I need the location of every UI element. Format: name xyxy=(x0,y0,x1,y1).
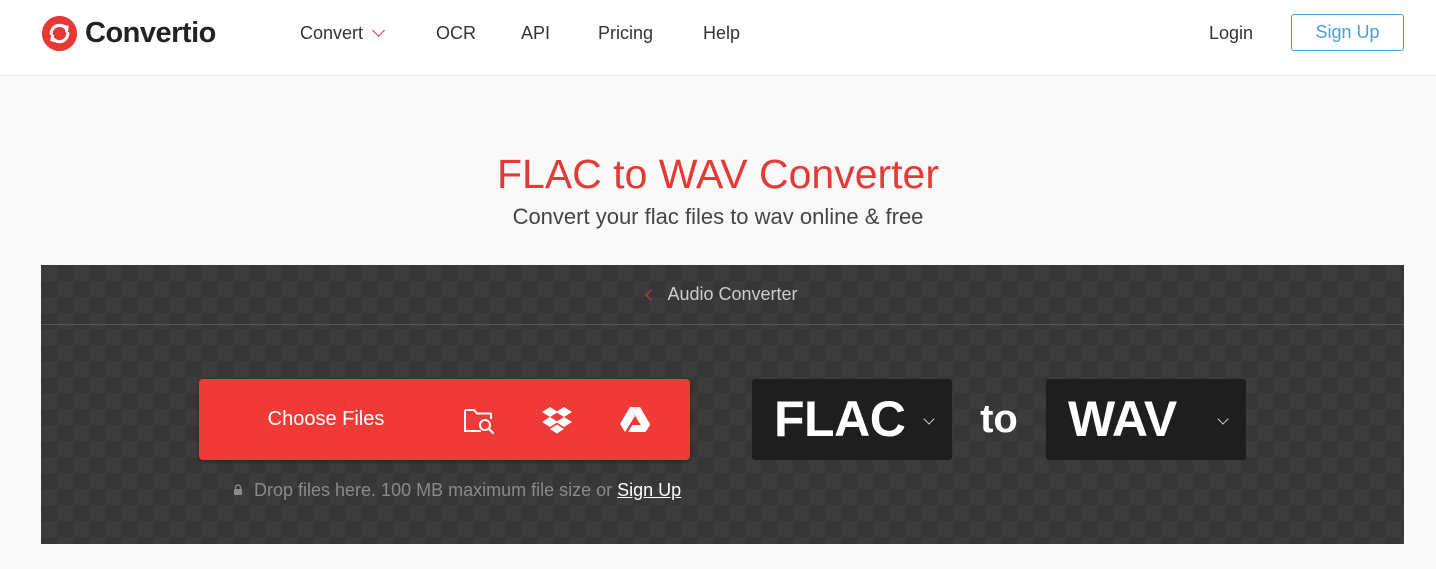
nav-convert[interactable]: Convert xyxy=(300,22,385,44)
breadcrumb-label: Audio Converter xyxy=(667,284,798,304)
drop-files-text: Drop files here. 100 MB maximum file siz… xyxy=(254,480,613,500)
target-format-label: WAV xyxy=(1068,391,1177,447)
google-drive-icon[interactable] xyxy=(618,403,652,437)
logo-text: Convertio xyxy=(85,16,216,49)
dropbox-icon[interactable] xyxy=(540,403,574,437)
nav-api[interactable]: API xyxy=(521,22,550,44)
page-title: FLAC to WAV Converter xyxy=(496,151,939,197)
choose-files-button[interactable]: Choose Files xyxy=(199,379,453,460)
chevron-left-icon xyxy=(645,288,658,301)
nav-help[interactable]: Help xyxy=(703,22,740,44)
nav-ocr[interactable]: OCR xyxy=(436,22,476,44)
chevron-down-icon xyxy=(372,24,385,37)
drop-files-note: Drop files here. 100 MB maximum file siz… xyxy=(233,480,681,501)
top-navbar: Convertio Convert OCR API Pricing Help L… xyxy=(0,0,1436,76)
converter-panel: Audio Converter Choose Files Drop files … xyxy=(41,265,1404,544)
login-link[interactable]: Login xyxy=(1209,22,1253,44)
source-format-select[interactable]: FLAC xyxy=(752,379,952,460)
nav-pricing[interactable]: Pricing xyxy=(598,22,653,44)
sign-up-button[interactable]: Sign Up xyxy=(1291,14,1404,51)
breadcrumb-audio-converter[interactable]: Audio Converter xyxy=(41,265,1404,325)
lock-icon xyxy=(234,484,242,495)
target-format-select[interactable]: WAV xyxy=(1046,379,1246,460)
folder-search-icon[interactable] xyxy=(462,403,496,437)
drop-sign-up-link[interactable]: Sign Up xyxy=(617,480,681,501)
to-label: to xyxy=(980,397,1018,441)
chevron-down-icon xyxy=(1217,413,1229,425)
page-subtitle: Convert your flac files to wav online & … xyxy=(512,204,924,229)
choose-files-group: Choose Files xyxy=(199,379,690,460)
source-format-label: FLAC xyxy=(774,391,906,447)
convertio-logo-icon xyxy=(41,15,78,51)
chevron-down-icon xyxy=(923,413,935,425)
nav-convert-label: Convert xyxy=(300,23,364,43)
convertio-logo[interactable]: Convertio xyxy=(41,15,216,51)
